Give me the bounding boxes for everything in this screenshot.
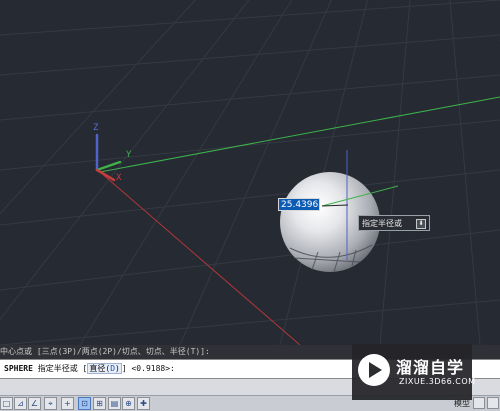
drawing-viewport[interactable]: Z Y X 25.4396 指定半径或 ⬇ <box>0 0 500 345</box>
viewport-toggle-icon[interactable] <box>487 397 499 409</box>
viewport-canvas <box>0 0 500 345</box>
play-logo-icon <box>358 354 390 386</box>
dyn-icon[interactable]: ⊞ <box>93 397 106 410</box>
dynamic-input-field[interactable]: 25.4396 <box>278 198 320 211</box>
3dosnap-icon[interactable]: ⌖ <box>44 397 57 410</box>
ducs-icon[interactable]: ⊡ <box>78 397 91 410</box>
command-prompt: SPHERE 指定半径或 [直径(D)] <0.9188>: <box>4 363 175 374</box>
otrack-icon[interactable]: + <box>61 397 74 410</box>
tooltip-label: 指定半径或 <box>362 219 402 228</box>
perspective-grid <box>0 0 500 345</box>
option-diameter[interactable]: 直径(D) <box>87 363 122 374</box>
option-diameter-label: 直径( <box>89 364 111 373</box>
y-axis-line <box>99 96 500 173</box>
watermark: 溜溜自学 ZIXUE.3D66.COM <box>352 344 475 400</box>
layout-view-icon[interactable] <box>473 397 485 409</box>
command-name: SPHERE <box>4 364 33 373</box>
osnap-icon[interactable]: ∠ <box>28 397 41 410</box>
watermark-url: ZIXUE.3D66.COM <box>399 377 476 386</box>
polar-icon[interactable]: ⊿ <box>14 397 27 410</box>
tpy-icon[interactable]: ⊕ <box>122 397 135 410</box>
ucs-y-label: Y <box>126 150 132 160</box>
ortho-icon[interactable]: □ <box>0 397 13 410</box>
watermark-title: 溜溜自学 <box>396 358 465 377</box>
dynamic-prompt-tooltip: 指定半径或 ⬇ <box>358 215 430 231</box>
qp-icon[interactable]: ✚ <box>137 397 150 410</box>
ucs-z-label: Z <box>93 123 99 133</box>
x-axis-line <box>99 171 301 345</box>
option-diameter-close: ) <box>115 364 120 373</box>
command-prompt-text: 指定半径或 [ <box>37 364 88 373</box>
command-suffix: ] <0.9188>: <box>121 364 175 373</box>
down-arrow-icon[interactable]: ⬇ <box>416 219 426 229</box>
ucs-x-label: X <box>116 173 122 183</box>
lwt-icon[interactable]: ▤ <box>108 397 121 410</box>
